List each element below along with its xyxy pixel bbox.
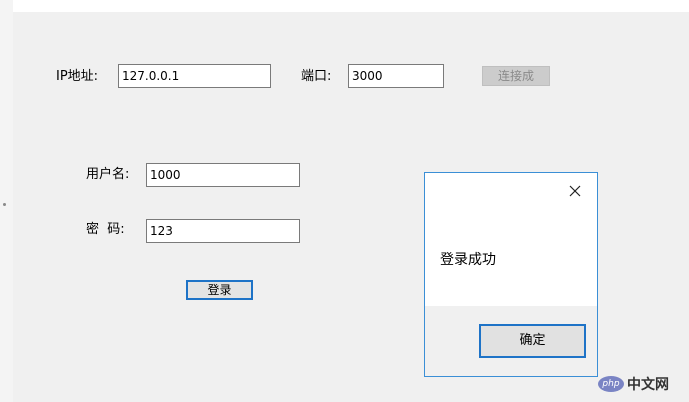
connect-button[interactable]: 连接成 xyxy=(482,66,550,86)
php-logo-icon: php xyxy=(598,376,624,392)
watermark-text: 中文网 xyxy=(627,377,669,393)
port-label: 端口: xyxy=(301,69,332,84)
username-input[interactable] xyxy=(146,163,300,187)
message-dialog: 登录成功 确定 xyxy=(424,172,598,377)
resize-grip-dot xyxy=(3,203,6,206)
ip-label: IP地址: xyxy=(56,69,99,84)
username-label: 用户名: xyxy=(86,167,130,182)
dialog-message: 登录成功 xyxy=(440,252,496,268)
close-icon[interactable] xyxy=(567,183,583,199)
password-label: 密 码: xyxy=(86,222,125,237)
watermark: php 中文网 xyxy=(598,372,669,396)
port-input[interactable] xyxy=(348,64,444,88)
login-button[interactable]: 登录 xyxy=(186,280,253,300)
ok-button[interactable]: 确定 xyxy=(479,324,586,358)
ip-input[interactable] xyxy=(118,64,271,88)
left-edge-strip xyxy=(0,0,13,402)
password-input[interactable] xyxy=(146,219,300,243)
top-edge-strip xyxy=(13,0,689,12)
